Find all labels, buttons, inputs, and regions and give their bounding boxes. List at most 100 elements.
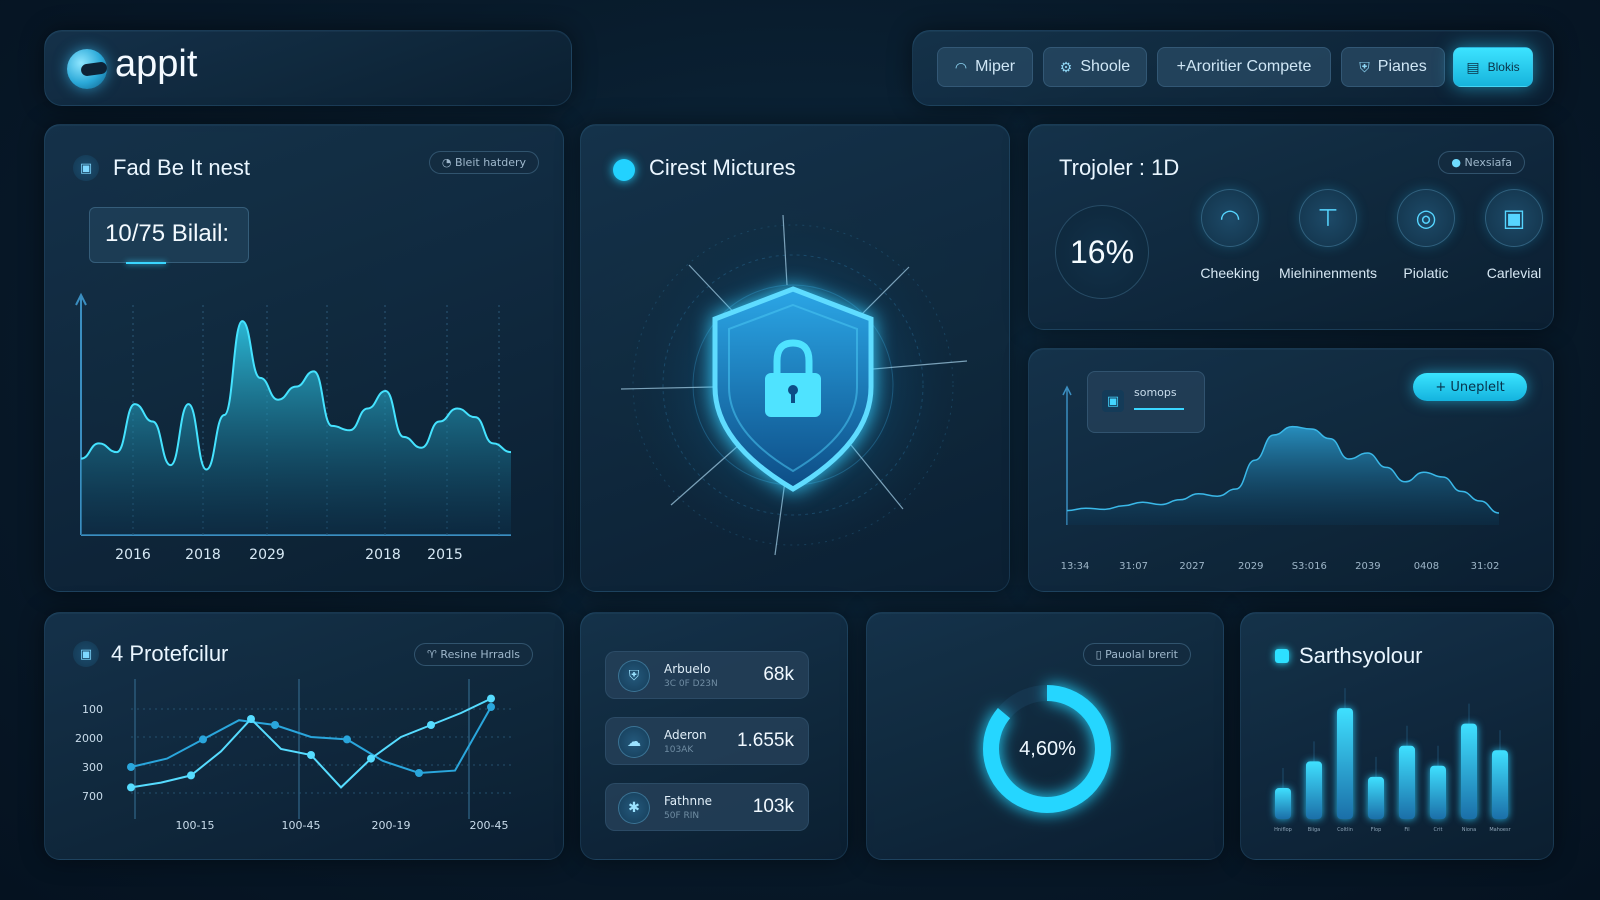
x-tick-label: Biiga [1308,827,1320,833]
data-point [307,751,315,759]
x-tick-label: Niona [1462,827,1476,833]
feature-item-mielninenments[interactable]: ⊤ Mielninenments [1273,189,1383,281]
bar [1492,750,1508,819]
x-tick-label: 2018 [185,547,221,563]
nav-item-label: Shoole [1080,58,1131,75]
data-point [487,694,495,703]
bar [1430,765,1446,819]
percent-circle: 16% [1055,205,1149,299]
x-tick-label: 2039 [1355,561,1380,572]
data-point [127,763,135,771]
main-area-chart: 2016 2018 2029 2018 2015 [75,292,512,563]
panel-donut: ▯ Pauolal brerit 4,60% [866,612,1224,860]
feature-label: Cheeking [1200,265,1260,281]
x-tick-label: 2018 [365,547,401,563]
nav-item-label: Pianes [1377,58,1427,75]
stat-row-fathnne[interactable]: ✱ Fathnne 50F RIN 103k [605,783,809,831]
nav-item-blokis[interactable]: ▤ Blokis [1453,47,1533,87]
y-tick-label: 2000 [75,732,103,745]
feature-label: Carlevial [1486,265,1542,281]
x-tick-label: Hniflop [1274,827,1292,833]
data-point [247,715,255,723]
logo-panel: appit [44,30,572,106]
feature-label: Mielninenments [1278,265,1378,281]
data-point [343,735,351,744]
y-tick-label: 300 [82,761,103,774]
data-point [127,783,135,792]
x-tick-label: 13:34 [1061,561,1090,572]
nav-item-shoole[interactable]: ⚙ Shoole [1043,47,1147,87]
data-point [367,754,375,763]
series-line [130,697,492,789]
x-tick-label: 200-19 [372,819,411,832]
series-line [130,706,492,775]
x-tick-label: 2016 [115,547,151,563]
panel-main-chart: ▣ Fad Be It nest ◔ Bleit hatdery 10/75 B… [44,124,564,592]
nav-item-miper[interactable]: ◠ Miper [937,47,1033,87]
x-tick-label: 100-45 [282,819,321,832]
right-area-chart: 13:34 31:07 2027 2029 S3:016 2039 0408 31:02 [1061,385,1499,572]
network-icon: ✱ [618,792,650,824]
top-nav: ◠ Miper ⚙ Shoole +Aroritier Compete ⛨ Pi… [912,30,1554,106]
bar [1399,745,1415,819]
app-name: appit [115,43,198,85]
stat-name: Aderon [664,728,707,742]
donut-value: 4,60% [1019,738,1076,760]
stat-name: Fathnne [664,794,713,808]
x-tick-label: Crit [1434,827,1443,833]
stat-value: 68k [763,664,794,685]
bar [1275,787,1291,819]
data-point [415,769,423,777]
card-icon: ▤ [1466,58,1480,75]
x-tick-label: 2029 [1238,561,1263,572]
panel-title: Trojoler : 1D [1059,155,1180,180]
data-point [199,735,207,744]
check-icon: ● [1451,156,1462,169]
stat-name: Arbuelo [664,662,711,676]
panel-filter-pill[interactable]: ● Nexsiafa [1438,151,1525,174]
stat-sub: 103AK [664,745,694,755]
donut-chart [983,685,1111,813]
data-point [427,721,435,729]
data-point [187,771,195,780]
x-tick-label: Mahoesr [1489,827,1511,833]
device-icon: ▣ [1485,189,1543,247]
bar-chart: Hniflop Biiga Coltlin Flop Fil Crit Niona Mahoe… [1274,688,1512,833]
shield-icon: ⛨ [618,660,650,692]
security-visual [620,214,968,556]
y-tick-label: 100 [82,703,103,716]
panel-line-chart: ▣ 4 Protefcilur ♈ Resine Hrradls 100 2000… [44,612,564,860]
nav-item-aroritier-compete[interactable]: +Aroritier Compete [1157,47,1331,87]
x-tick-label: S3:016 [1292,561,1327,572]
x-tick-label: 31:07 [1119,561,1148,572]
stat-row-arbuelo[interactable]: ⛨ Arbuelo 3C 0F D23N 68k [605,651,809,699]
tool-icon: ⊤ [1299,189,1357,247]
x-tick-label: Coltlin [1337,827,1353,833]
x-tick-label: Fil [1404,827,1409,833]
stat-row-aderon[interactable]: ☁ Aderon 103AK 1.655k [605,717,809,765]
bar [1368,776,1384,819]
panel-security: Cirest Mictures [580,124,1010,592]
data-point [271,721,279,729]
shield-icon: ⛨ [1359,58,1370,75]
x-tick-label: 2015 [427,547,463,563]
panel-stats: ⛨ Arbuelo 3C 0F D23N 68k ☁ Aderon 103AK … [580,612,848,860]
app-logo-icon [67,49,108,89]
percent-value: 16% [1069,233,1135,270]
wifi-icon: ◠ [1201,189,1259,247]
bar [1337,708,1353,819]
feature-item-carlevial[interactable]: ▣ Carlevial [1459,189,1553,281]
nav-item-label: Miper [975,58,1016,75]
feature-item-cheeking[interactable]: ◠ Cheeking [1175,189,1285,281]
x-tick-label: 0408 [1414,561,1439,572]
pill-label: Nexsiafa [1464,156,1512,169]
nav-item-pianes[interactable]: ⛨ Pianes [1341,47,1445,87]
data-point [487,703,495,711]
x-tick-label: 100-15 [176,819,215,832]
x-tick-label: Flop [1371,827,1382,833]
stat-sub: 50F RIN [664,811,700,821]
stat-value: 1.655k [736,730,794,751]
panel-bars: Sarthsyolour Hniflop Biiga Coltlin Flop Fil C… [1240,612,1554,860]
cloud-icon: ☁ [618,726,650,758]
bar [1461,723,1477,819]
